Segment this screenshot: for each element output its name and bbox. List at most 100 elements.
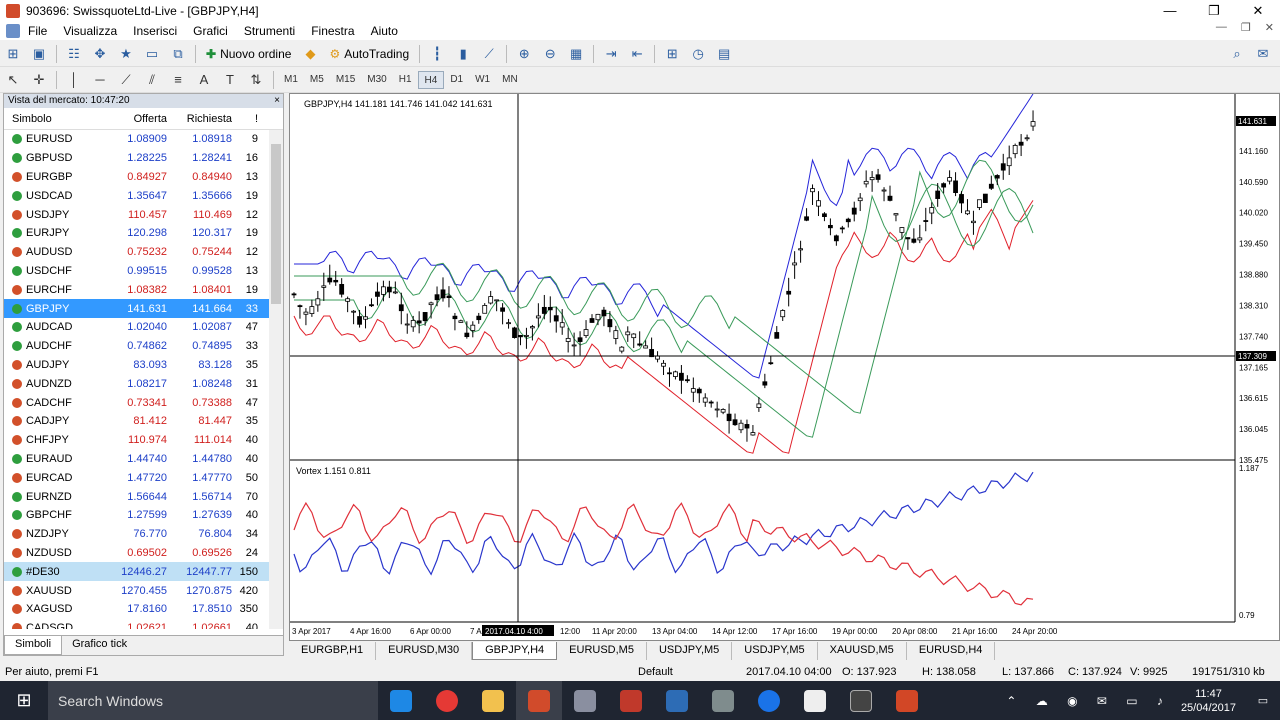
market-watch-row[interactable]: AUDUSD 0.75232 0.75244 12 <box>4 243 270 262</box>
menu-insert[interactable]: Inserisci <box>125 24 185 38</box>
clock[interactable]: 11:47 25/04/2017 <box>1181 687 1236 715</box>
market-watch-row[interactable]: USDCAD 1.35647 1.35666 19 <box>4 186 270 205</box>
price-chart[interactable]: 141.720141.160140.590140.020139.450138.8… <box>290 94 1279 640</box>
templates-icon[interactable]: ▤ <box>713 43 735 65</box>
market-watch-row[interactable]: AUDNZD 1.08217 1.08248 31 <box>4 374 270 393</box>
timeframe-d1[interactable]: D1 <box>444 71 469 89</box>
column-spread[interactable]: ! <box>234 113 264 125</box>
label-icon[interactable]: T <box>219 69 241 91</box>
chart-tab[interactable]: EURUSD,M5 <box>557 642 647 660</box>
market-watch-scrollbar[interactable] <box>269 130 283 629</box>
market-watch-row[interactable]: CHFJPY 110.974 111.014 40 <box>4 431 270 450</box>
profiles-icon[interactable]: ▣ <box>28 43 50 65</box>
periods-icon[interactable]: ◷ <box>687 43 709 65</box>
explorer-icon[interactable] <box>470 681 516 720</box>
scrollbar-thumb[interactable] <box>271 144 281 304</box>
market-watch-row[interactable]: CADSGD 1.02621 1.02661 40 <box>4 619 270 629</box>
tile-windows-icon[interactable]: ▦ <box>565 43 587 65</box>
market-watch-row[interactable]: EURUSD 1.08909 1.08918 9 <box>4 130 270 149</box>
fibonacci-icon[interactable]: ≡ <box>167 69 189 91</box>
timeframe-m30[interactable]: M30 <box>361 71 392 89</box>
status-profile[interactable]: Default <box>638 666 673 678</box>
market-watch-row[interactable]: GBPCHF 1.27599 1.27639 40 <box>4 506 270 525</box>
autoscroll-icon[interactable]: ⇥ <box>600 43 622 65</box>
search-box[interactable]: Search Windows <box>48 681 378 720</box>
market-watch-row[interactable]: EURJPY 120.298 120.317 19 <box>4 224 270 243</box>
chart-shift-icon[interactable]: ⇤ <box>626 43 648 65</box>
calculator-icon[interactable] <box>838 681 884 720</box>
channel-icon[interactable]: ⫽ <box>141 69 163 91</box>
market-watch-icon[interactable]: ☷ <box>63 43 85 65</box>
navigator-icon[interactable]: ★ <box>115 43 137 65</box>
mdi-minimize-button[interactable]: — <box>1216 21 1227 34</box>
timeframe-w1[interactable]: W1 <box>469 71 496 89</box>
column-symbol[interactable]: Simbolo <box>4 113 104 125</box>
market-watch-row[interactable]: USDJPY 110.457 110.469 12 <box>4 205 270 224</box>
edge-icon[interactable] <box>378 681 424 720</box>
notepad-icon[interactable] <box>792 681 838 720</box>
market-watch-row[interactable]: NZDJPY 76.770 76.804 34 <box>4 525 270 544</box>
trendline-icon[interactable]: ⟋ <box>115 69 137 91</box>
menu-help[interactable]: Aiuto <box>363 24 406 38</box>
market-watch-row[interactable]: GBPUSD 1.28225 1.28241 16 <box>4 149 270 168</box>
market-watch-row[interactable]: AUDJPY 83.093 83.128 35 <box>4 356 270 375</box>
horizontal-line-icon[interactable]: ─ <box>89 69 111 91</box>
vertical-line-icon[interactable]: │ <box>63 69 85 91</box>
market-watch-row[interactable]: AUDCAD 1.02040 1.02087 47 <box>4 318 270 337</box>
powerpoint-icon[interactable] <box>884 681 930 720</box>
chart-tab[interactable]: EURGBP,H1 <box>289 642 377 660</box>
zoom-out-icon[interactable]: ⊖ <box>539 43 561 65</box>
market-watch-row[interactable]: CADJPY 81.412 81.447 35 <box>4 412 270 431</box>
menu-charts[interactable]: Grafici <box>185 24 236 38</box>
app-icon-9[interactable] <box>746 681 792 720</box>
market-watch-close-icon[interactable]: × <box>274 94 280 108</box>
timeframe-m1[interactable]: M1 <box>278 71 304 89</box>
chart-tab[interactable]: GBPJPY,H4 <box>472 642 558 660</box>
column-bid[interactable]: Offerta <box>104 113 169 125</box>
line-chart-icon[interactable]: ⟋ <box>478 43 500 65</box>
tab-symbols[interactable]: Simboli <box>4 636 63 655</box>
data-window-icon[interactable]: ✥ <box>89 43 111 65</box>
menu-window[interactable]: Finestra <box>303 24 362 38</box>
menu-tools[interactable]: Strumenti <box>236 24 303 38</box>
close-button[interactable]: ✕ <box>1236 0 1280 21</box>
new-order-button[interactable]: ✚ Nuovo ordine <box>206 47 291 61</box>
app-icon-6[interactable] <box>608 681 654 720</box>
timeframe-h4[interactable]: H4 <box>417 70 445 89</box>
column-ask[interactable]: Richiesta <box>169 113 234 125</box>
menu-file[interactable]: File <box>20 24 55 38</box>
start-button[interactable]: ⊞ <box>0 681 48 720</box>
market-watch-row[interactable]: EURGBP 0.84927 0.84940 13 <box>4 168 270 187</box>
market-watch-row[interactable]: USDCHF 0.99515 0.99528 13 <box>4 262 270 281</box>
chrome-icon[interactable] <box>424 681 470 720</box>
chart-window[interactable]: 141.720141.160140.590140.020139.450138.8… <box>289 93 1280 641</box>
notifications-icon[interactable]: ▭ <box>1246 694 1280 707</box>
autotrading-button[interactable]: ⚙ AutoTrading <box>329 47 409 61</box>
market-watch-row[interactable]: GBPJPY 141.631 141.664 33 <box>4 299 270 318</box>
market-watch-row[interactable]: EURCHF 1.08382 1.08401 19 <box>4 280 270 299</box>
timeframe-m5[interactable]: M5 <box>304 71 330 89</box>
tab-tick-chart[interactable]: Grafico tick <box>62 636 137 655</box>
market-watch-row[interactable]: EURNZD 1.56644 1.56714 70 <box>4 487 270 506</box>
market-watch-row[interactable]: CADCHF 0.73341 0.73388 47 <box>4 393 270 412</box>
minimize-button[interactable]: — <box>1148 0 1192 21</box>
chart-tab[interactable]: USDJPY,M5 <box>647 642 733 660</box>
tester-icon[interactable]: ⧉ <box>167 43 189 65</box>
app-icon-7[interactable] <box>654 681 700 720</box>
app-icon-5[interactable] <box>562 681 608 720</box>
market-watch-row[interactable]: EURCAD 1.47720 1.47770 50 <box>4 468 270 487</box>
text-icon[interactable]: A <box>193 69 215 91</box>
chart-tab[interactable]: EURUSD,M30 <box>376 642 473 660</box>
app-icon-8[interactable] <box>700 681 746 720</box>
chat-icon[interactable]: ✉ <box>1252 43 1274 65</box>
cursor-icon[interactable]: ↖ <box>2 69 24 91</box>
indicators-icon[interactable]: ⊞ <box>661 43 683 65</box>
mdi-restore-button[interactable]: ❐ <box>1241 21 1251 34</box>
search-icon[interactable]: ⌕ <box>1226 43 1248 65</box>
restore-button[interactable]: ❐ <box>1192 0 1236 21</box>
crosshair-icon[interactable]: ✛ <box>28 69 50 91</box>
timeframe-h1[interactable]: H1 <box>393 71 418 89</box>
market-watch-row[interactable]: XAUUSD 1270.455 1270.875 420 <box>4 581 270 600</box>
market-watch-row[interactable]: XAGUSD 17.8160 17.8510 350 <box>4 600 270 619</box>
mdi-close-button[interactable]: ✕ <box>1265 21 1274 34</box>
